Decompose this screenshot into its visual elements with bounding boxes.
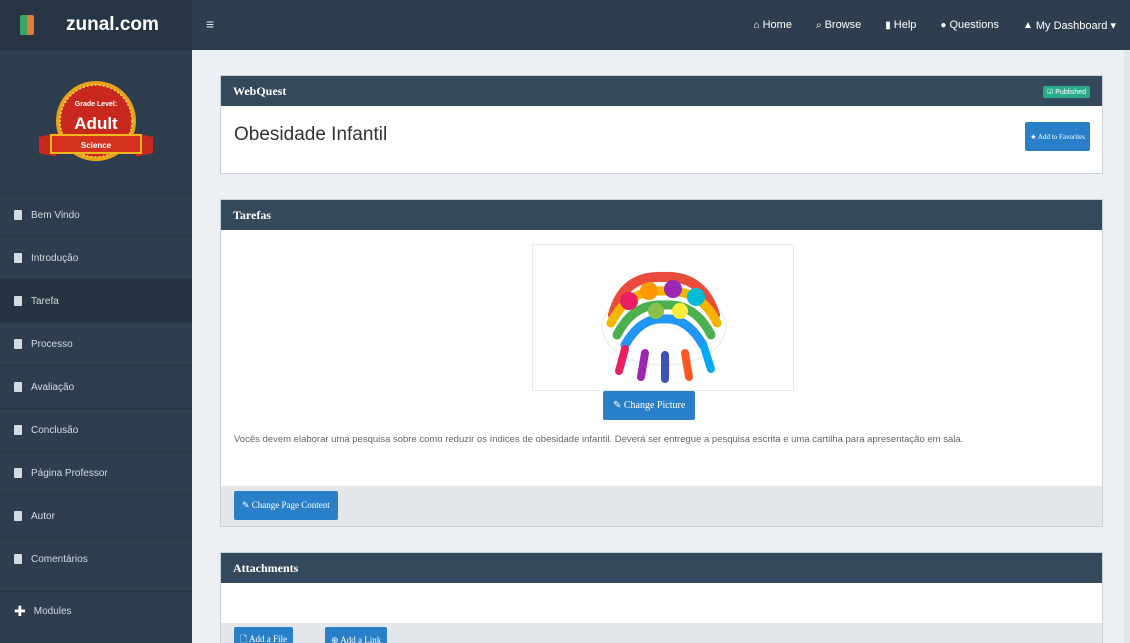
nav-dashboard-label: My Dashboard ▾	[1035, 19, 1116, 32]
book-icon: ▮	[885, 19, 891, 31]
webquest-header-label: WebQuest	[233, 83, 287, 98]
page-scrollbar[interactable]	[1124, 50, 1130, 643]
sidebar-item-label: Conclusão	[31, 424, 79, 436]
menu-toggle-icon[interactable]: ≡	[206, 16, 214, 32]
tarefas-panel-footer: ✎ Change Page Content	[221, 486, 1102, 526]
sidebar-item-bem-vindo[interactable]: Bem Vindo	[0, 193, 192, 236]
sidebar-item-processo[interactable]: Processo	[0, 322, 192, 365]
attachments-header-label: Attachments	[233, 560, 299, 575]
tarefas-panel: Tarefas ✎ Change Picture Vocês devem ela…	[220, 199, 1103, 527]
document-icon	[14, 296, 22, 306]
people-circle-image	[601, 271, 727, 383]
user-icon: ▲	[1022, 19, 1033, 31]
add-to-favorites-button[interactable]: ★ Add to Favorites	[1025, 122, 1090, 151]
document-icon	[14, 253, 22, 263]
page-title: Obesidade Infantil	[234, 124, 388, 145]
nav-browse-label: Browse	[824, 19, 862, 31]
sidebar-modules-label: Modules	[33, 606, 72, 617]
top-nav: ⌂ Home ⌕ Browse ▮ Help ● Questions ▲ My …	[730, 0, 1116, 50]
nav-my-dashboard[interactable]: ▲ My Dashboard ▾	[1023, 19, 1116, 32]
sidebar-item-conclusao[interactable]: Conclusão	[0, 408, 192, 451]
grade-badge-icon: Grade Level: Adult Science	[39, 80, 153, 161]
webquest-panel: WebQuest ☑ Published Obesidade Infantil …	[220, 75, 1103, 174]
sidebar-item-comentarios[interactable]: Comentários	[0, 537, 192, 580]
published-badge: ☑ Published	[1043, 86, 1090, 98]
document-icon	[14, 339, 22, 349]
plus-icon: ✚	[14, 603, 26, 619]
home-icon: ⌂	[753, 19, 760, 31]
document-icon	[14, 210, 22, 220]
task-picture	[532, 244, 794, 391]
nav-home-label: Home	[762, 19, 792, 31]
webquest-panel-header: WebQuest	[221, 76, 1102, 106]
add-link-button[interactable]: ⊕ Add a Link	[325, 627, 388, 643]
tarefas-header-label: Tarefas	[233, 207, 272, 222]
badge-ribbon-text: Science	[81, 141, 112, 150]
sidebar-item-introducao[interactable]: Introdução	[0, 236, 192, 279]
nav-home[interactable]: ⌂ Home	[754, 19, 792, 31]
sidebar-item-autor[interactable]: Autor	[0, 494, 192, 537]
document-icon	[14, 468, 22, 478]
attachments-panel: Attachments 🗋 Add a File ⊕ Add a Link	[220, 552, 1103, 643]
sidebar-item-label: Página Professor	[31, 467, 108, 479]
nav-help[interactable]: ▮ Help	[885, 19, 916, 31]
task-description: Vocês devem elaborar uma pesquisa sobre …	[234, 434, 964, 445]
document-icon	[14, 511, 22, 521]
nav-help-label: Help	[893, 19, 917, 31]
document-icon	[14, 425, 22, 435]
sidebar-item-label: Comentários	[31, 553, 88, 565]
sidebar-item-label: Processo	[31, 338, 73, 350]
attachments-panel-header: Attachments	[221, 553, 1102, 583]
document-icon	[14, 382, 22, 392]
sidebar-item-label: Introdução	[31, 252, 79, 264]
sidebar-item-tarefa[interactable]: Tarefa	[0, 279, 192, 322]
brand-name: zunal.com	[66, 14, 159, 35]
grade-level-badge: Grade Level: Adult Science	[0, 50, 192, 193]
search-icon: ⌕	[815, 19, 822, 31]
document-icon	[14, 554, 22, 564]
nav-questions[interactable]: ● Questions	[940, 19, 999, 31]
sidebar-item-avaliacao[interactable]: Avaliação	[0, 365, 192, 408]
sidebar-item-label: Bem Vindo	[31, 209, 80, 221]
badge-main-text: Adult	[74, 114, 118, 133]
sidebar-item-label: Avaliação	[31, 381, 75, 393]
nav-questions-label: Questions	[949, 19, 999, 31]
comments-icon: ●	[940, 19, 947, 31]
nav-browse[interactable]: ⌕ Browse	[816, 19, 861, 31]
change-page-content-button[interactable]: ✎ Change Page Content	[234, 491, 338, 520]
add-file-button[interactable]: 🗋 Add a File	[234, 627, 293, 643]
brand[interactable]: zunal.com	[0, 0, 192, 50]
badge-top-text: Grade Level:	[75, 101, 117, 108]
attachments-panel-footer: 🗋 Add a File ⊕ Add a Link	[221, 623, 1102, 643]
sidebar-item-modules[interactable]: ✚ Modules	[0, 591, 192, 631]
change-picture-button[interactable]: ✎ Change Picture	[603, 391, 696, 420]
sidebar-item-pagina-professor[interactable]: Página Professor	[0, 451, 192, 494]
sidebar: Grade Level: Adult Science Bem Vindo Int…	[0, 50, 192, 643]
tarefas-panel-header: Tarefas	[221, 200, 1102, 230]
sidebar-item-label: Tarefa	[31, 295, 59, 307]
zunal-logo-icon	[20, 15, 34, 35]
sidebar-item-label: Autor	[31, 510, 55, 522]
top-navbar: zunal.com ≡ ⌂ Home ⌕ Browse ▮ Help ● Que…	[0, 0, 1130, 50]
